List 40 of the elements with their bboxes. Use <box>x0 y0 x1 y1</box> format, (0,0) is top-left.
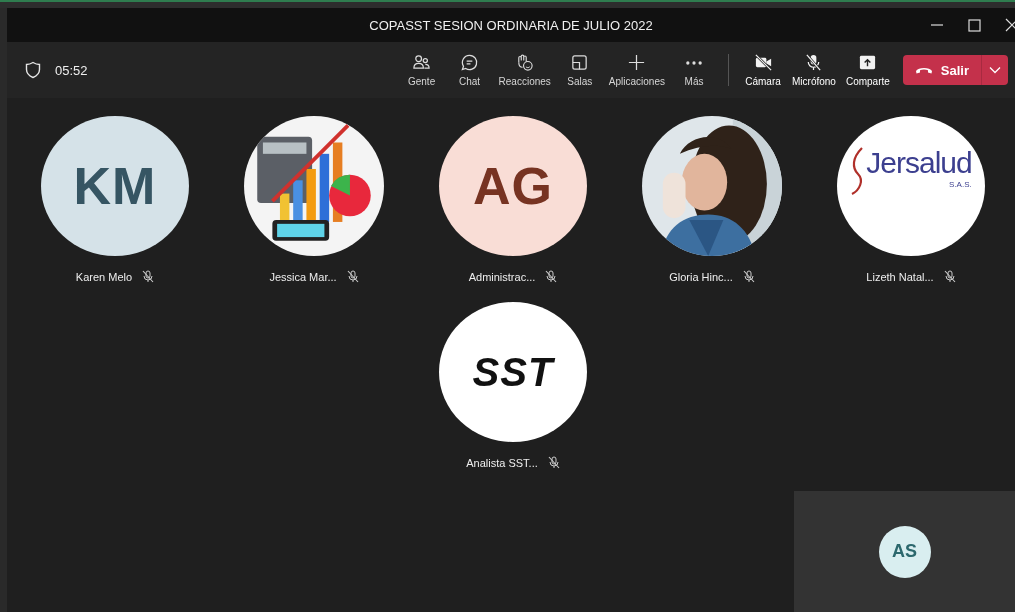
shield-icon[interactable] <box>25 61 41 79</box>
microphone-button[interactable]: Micrófono <box>789 49 839 91</box>
window-title: COPASST SESION ORDINARIA DE JULIO 2022 <box>369 17 653 33</box>
apps-button[interactable]: Aplicaciones <box>605 49 668 91</box>
microphone-off-icon <box>804 53 824 72</box>
close-icon[interactable] <box>1005 18 1015 32</box>
plus-icon <box>627 53 647 72</box>
people-button[interactable]: Gente <box>399 49 444 91</box>
participant-name: Karen Melo <box>75 270 133 283</box>
leave-options-button[interactable] <box>981 55 1008 85</box>
chat-icon <box>460 53 480 72</box>
maximize-icon[interactable] <box>968 18 981 32</box>
curve-icon <box>850 146 865 196</box>
participant-name: Jessica Mar... <box>269 270 337 283</box>
participant-name: Lizeth Natal... <box>866 270 934 283</box>
leave-button[interactable]: Salir <box>902 55 981 85</box>
participant-name: Analista SST... <box>466 456 538 469</box>
avatar: AG <box>439 116 587 256</box>
hand-icon <box>515 53 535 72</box>
people-icon <box>412 53 432 72</box>
call-timer: 05:52 <box>55 62 88 78</box>
chat-button[interactable]: Chat <box>447 49 492 91</box>
avatar: AS <box>878 525 931 578</box>
more-button[interactable]: Más <box>672 49 716 91</box>
logo-text: Jersalud <box>866 146 972 180</box>
camera-button[interactable]: Cámara <box>741 49 785 91</box>
share-button[interactable]: Comparte <box>842 49 893 91</box>
phone-icon <box>914 65 933 75</box>
more-icon <box>686 60 702 65</box>
logo-subtext: S.A.S. <box>949 180 972 189</box>
avatar: KM <box>41 116 189 256</box>
camera-off-icon <box>753 53 773 72</box>
logo-text: SST <box>472 349 554 395</box>
reactions-button[interactable]: Reacciones <box>495 49 554 91</box>
participant-name: Gloria Hinc... <box>669 270 733 283</box>
chevron-down-icon <box>989 66 1001 74</box>
rooms-button[interactable]: Salas <box>557 49 602 91</box>
square-icon <box>570 53 590 72</box>
share-icon <box>858 53 878 72</box>
participant-name: Administrac... <box>468 270 536 283</box>
